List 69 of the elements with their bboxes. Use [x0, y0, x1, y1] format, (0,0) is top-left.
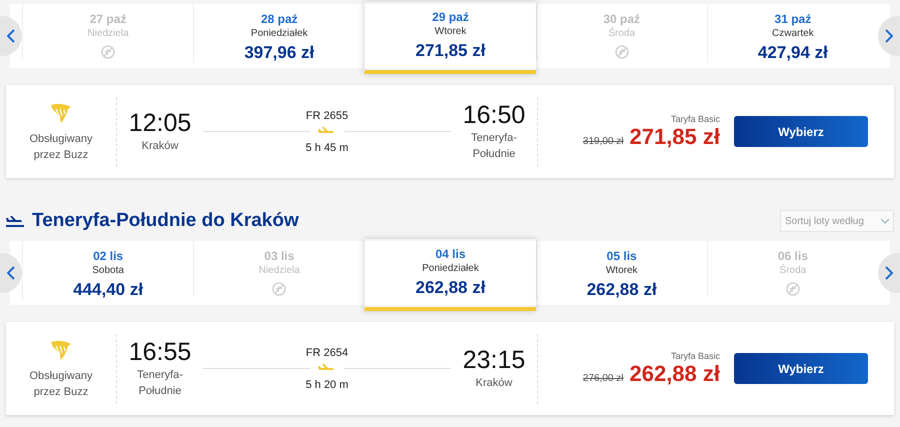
flight-number: FR 2655 — [306, 110, 348, 122]
weekday-label: Poniedziałek — [250, 28, 308, 39]
weekday-label: Niedziela — [88, 28, 129, 39]
flight-number: FR 2654 — [306, 346, 348, 358]
date-tab[interactable]: 05 lis Wtorek 262,88 zł — [536, 241, 707, 300]
flight-price: 262,88 zł — [629, 360, 720, 386]
date-label: 03 lis — [264, 249, 294, 263]
weekday-label: Wtorek — [434, 26, 466, 37]
date-label: 31 paź — [774, 12, 812, 26]
arrival-time: 16:50 — [462, 101, 526, 130]
arrival-city: Teneryfa-Południe — [470, 131, 518, 162]
section-heading: Teneryfa-Południe do Kraków — [32, 210, 300, 232]
old-price: 319,00 zł — [582, 136, 624, 146]
no-flight-icon — [614, 45, 629, 59]
departure-time: 12:05 — [128, 109, 192, 138]
date-label: 29 paź — [432, 10, 469, 24]
arrival-city: Kraków — [474, 376, 514, 391]
chevron-down-icon — [881, 218, 889, 224]
date-label: 05 lis — [606, 249, 637, 263]
weekday-label: Poniedziałek — [422, 263, 479, 274]
day-price: 397,96 zł — [244, 43, 314, 63]
previous-button[interactable] — [0, 253, 22, 293]
day-price: 262,88 zł — [416, 278, 486, 298]
chevron-left-icon — [7, 266, 15, 280]
date-tab[interactable]: 28 paź Poniedziałek 397,96 zł — [193, 4, 364, 63]
date-label: 04 lis — [435, 247, 466, 261]
arrival-time: 23:15 — [462, 346, 526, 375]
weekday-label: Czwartek — [772, 28, 814, 39]
day-price: 271,85 zł — [416, 41, 486, 61]
flight-duration: 5 h 20 m — [306, 378, 348, 390]
fare-label: Taryfa Basic — [670, 350, 720, 360]
weekday-label: Sobota — [92, 265, 124, 276]
select-button[interactable]: Wybierz — [734, 353, 868, 384]
previous-button[interactable] — [0, 16, 22, 56]
select-button[interactable]: Wybierz — [734, 116, 868, 147]
date-tab[interactable]: 04 lis Poniedziałek 262,88 zł — [364, 239, 536, 311]
chevron-right-icon — [884, 266, 893, 280]
day-price: 427,94 zł — [758, 43, 828, 63]
no-flight-icon — [272, 282, 286, 296]
departure-time: 16:55 — [128, 338, 192, 367]
fare-label: Taryfa Basic — [670, 114, 720, 124]
operator-label: Obsługiwany przez Buzz — [28, 132, 94, 162]
chevron-right-icon — [884, 29, 893, 43]
date-tab[interactable]: 29 paź Wtorek 271,85 zł — [364, 2, 536, 74]
operator-label: Obsługiwany przez Buzz — [28, 368, 94, 400]
next-button[interactable] — [878, 253, 900, 293]
date-label: 30 paź — [603, 12, 640, 26]
day-price: 444,40 zł — [73, 280, 144, 300]
flight-price: 271,85 zł — [629, 124, 720, 150]
departure-city: Teneryfa-Południe — [136, 368, 184, 399]
old-price: 276,00 zł — [582, 372, 624, 384]
departure-city: Kraków — [140, 139, 180, 154]
date-label: 27 paź — [90, 12, 126, 26]
day-price: 262,88 zł — [586, 280, 657, 300]
chevron-left-icon — [7, 29, 15, 43]
weekday-label: Środa — [780, 265, 806, 276]
date-tab[interactable]: 31 paź Czwartek 427,94 zł — [706, 4, 878, 63]
weekday-label: Środa — [608, 28, 636, 39]
no-flight-icon — [786, 282, 800, 296]
date-label: 06 lis — [778, 249, 808, 263]
date-label: 02 lis — [93, 249, 124, 263]
date-tab[interactable]: 02 lis Sobota 444,40 zł — [22, 241, 194, 300]
no-flight-icon — [101, 45, 116, 59]
weekday-label: Wtorek — [606, 265, 638, 276]
flight-duration: 5 h 45 m — [306, 142, 348, 154]
weekday-label: Niedziela — [258, 265, 300, 276]
landing-plane-icon — [6, 215, 24, 227]
next-button[interactable] — [878, 16, 900, 56]
date-label: 28 paź — [260, 12, 298, 26]
